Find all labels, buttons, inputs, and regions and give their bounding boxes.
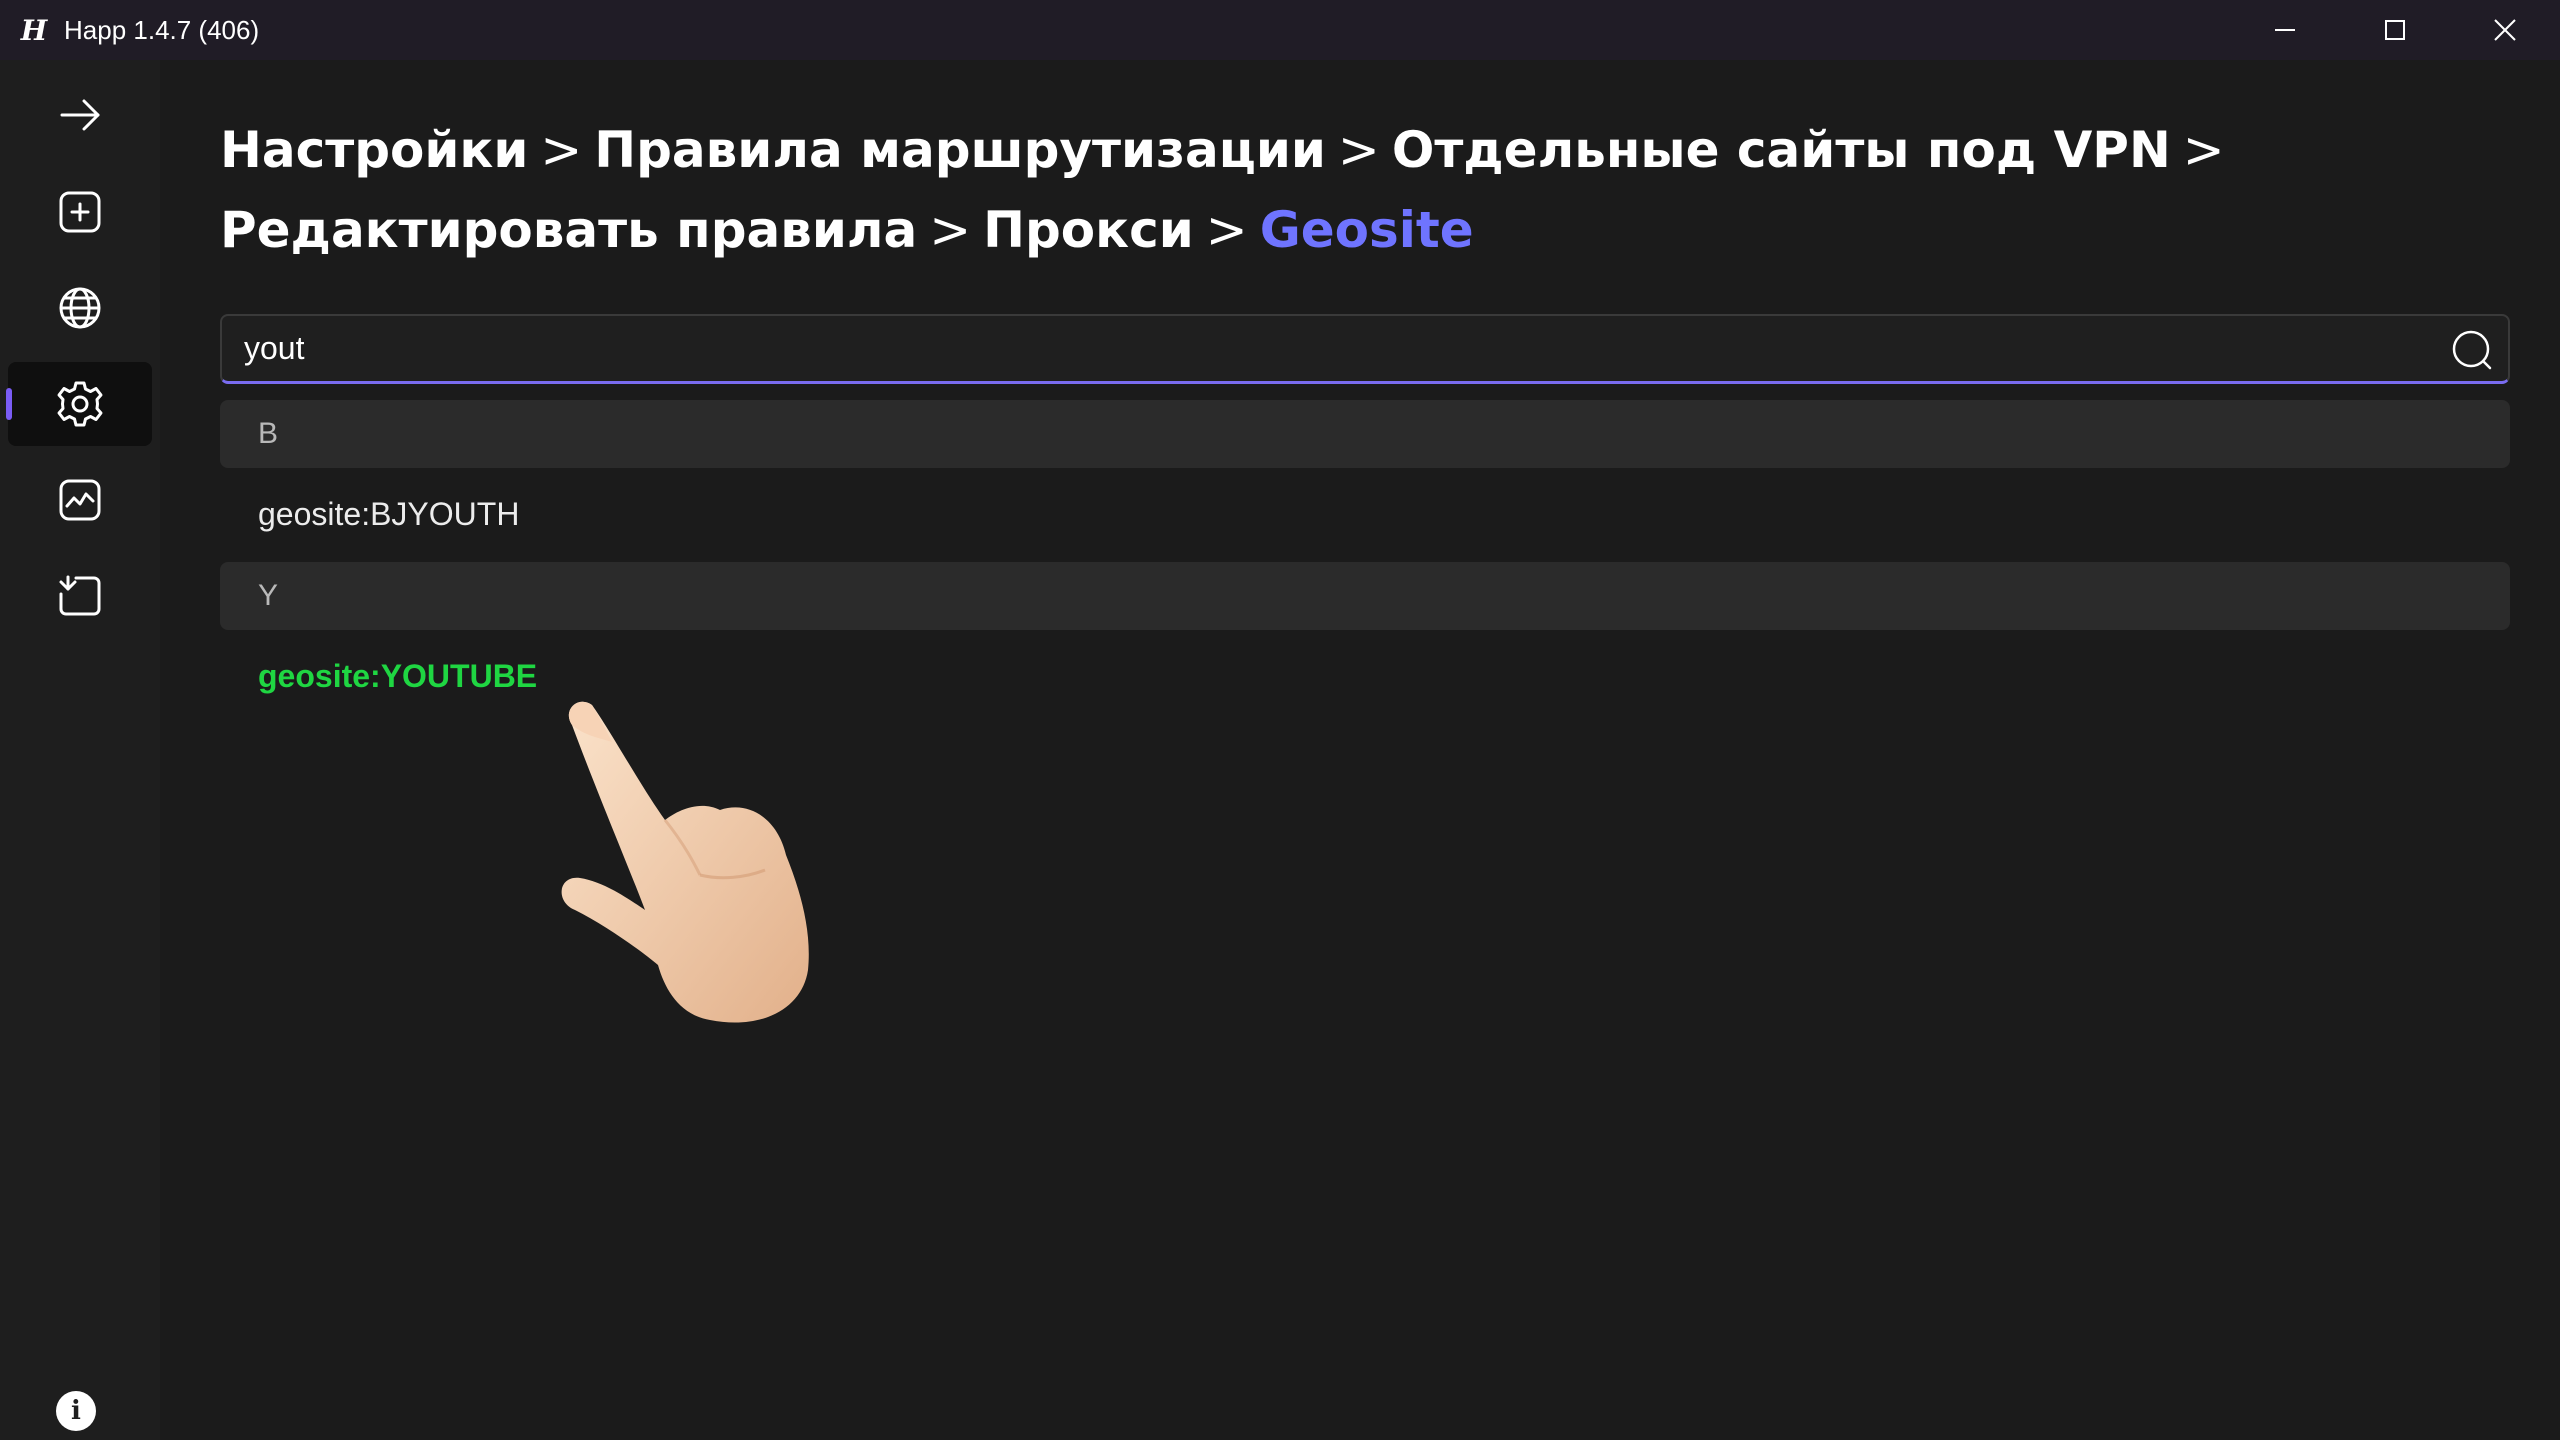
close-icon bbox=[2494, 19, 2516, 41]
minimize-icon bbox=[2275, 29, 2295, 31]
breadcrumb-current: Geosite bbox=[1259, 201, 1474, 259]
maximize-icon bbox=[2385, 20, 2405, 40]
add-profile-icon bbox=[59, 191, 101, 233]
search-icon[interactable] bbox=[2450, 328, 2494, 372]
globe-icon bbox=[59, 287, 101, 329]
sidebar-item-add-profile[interactable] bbox=[8, 170, 152, 254]
minimize-button[interactable] bbox=[2230, 0, 2340, 60]
sidebar: i bbox=[0, 60, 160, 1440]
group-header-b: B bbox=[220, 400, 2510, 468]
breadcrumb: Настройки > Правила маршрутизации > Отдельны… bbox=[220, 110, 2420, 270]
breadcrumb-separator: > bbox=[1337, 121, 1380, 179]
window-title: Happ 1.4.7 (406) bbox=[64, 14, 260, 45]
sidebar-item-connect[interactable] bbox=[8, 73, 152, 157]
main-content: Настройки > Правила маршрутизации > Отдельны… bbox=[160, 60, 2560, 1440]
arrow-right-icon bbox=[60, 99, 100, 131]
sidebar-item-servers[interactable] bbox=[8, 266, 152, 350]
breadcrumb-separator: > bbox=[1205, 201, 1248, 259]
search-box bbox=[220, 314, 2510, 384]
sidebar-item-import[interactable] bbox=[8, 554, 152, 638]
group-header-y: Y bbox=[220, 562, 2510, 630]
pointing-hand-icon bbox=[561, 701, 809, 1023]
app-window: H Happ 1.4.7 (406) i Настройки > Правила… bbox=[0, 0, 2560, 1440]
app-logo: H bbox=[20, 13, 48, 47]
breadcrumb-item[interactable]: Редактировать правила bbox=[220, 201, 917, 259]
close-button[interactable] bbox=[2450, 0, 2560, 60]
breadcrumb-separator: > bbox=[2182, 121, 2225, 179]
sidebar-item-statistics[interactable] bbox=[8, 458, 152, 542]
activity-chart-icon bbox=[59, 479, 101, 521]
search-input[interactable] bbox=[244, 316, 2394, 380]
breadcrumb-item[interactable]: Отдельные сайты под VPN bbox=[1392, 121, 2171, 179]
breadcrumb-item[interactable]: Настройки bbox=[220, 121, 528, 179]
maximize-button[interactable] bbox=[2340, 0, 2450, 60]
title-bar[interactable]: H Happ 1.4.7 (406) bbox=[0, 0, 2560, 60]
list-item[interactable]: geosite:BJYOUTH bbox=[258, 480, 519, 548]
breadcrumb-item[interactable]: Прокси bbox=[983, 201, 1194, 259]
window-controls bbox=[2230, 0, 2560, 60]
info-button[interactable]: i bbox=[56, 1391, 96, 1431]
import-icon bbox=[59, 575, 101, 616]
info-icon: i bbox=[71, 1396, 81, 1426]
breadcrumb-separator: > bbox=[540, 121, 583, 179]
gear-icon bbox=[57, 381, 103, 427]
breadcrumb-separator: > bbox=[929, 201, 972, 259]
breadcrumb-item[interactable]: Правила маршрутизации bbox=[594, 121, 1326, 179]
sidebar-item-settings[interactable] bbox=[6, 362, 152, 446]
list-item-selected[interactable]: geosite:YOUTUBE bbox=[258, 642, 537, 710]
